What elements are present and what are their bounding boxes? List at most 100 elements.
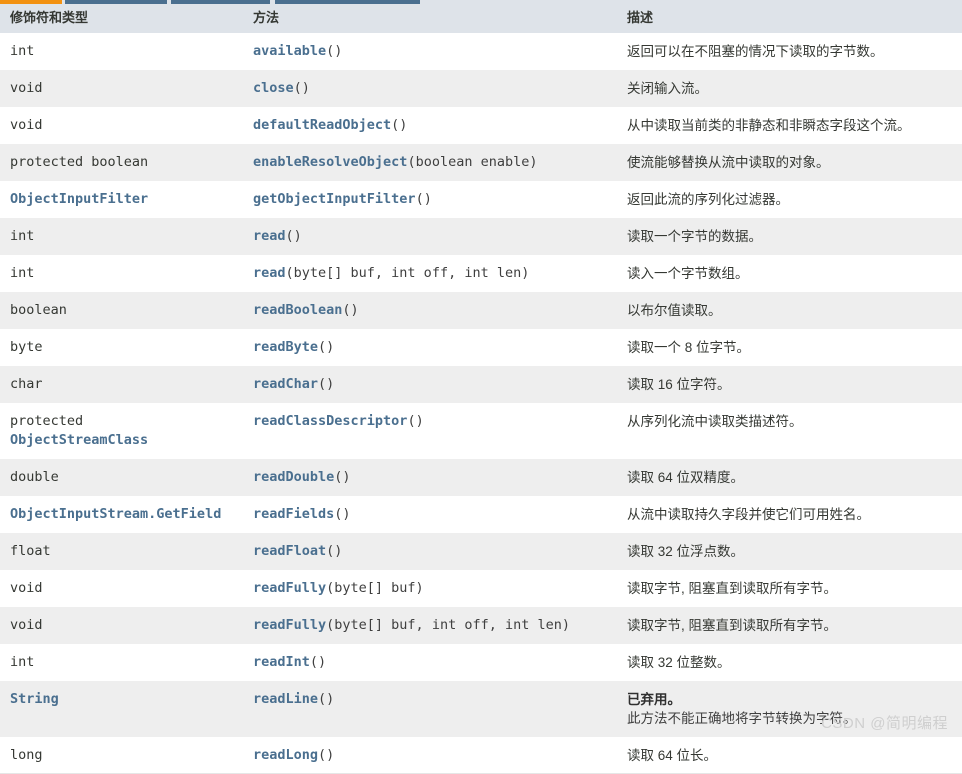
method-signature: (byte[] buf) — [326, 580, 424, 596]
cell-method: readFields() — [243, 496, 617, 533]
cell-description: 返回可以在不阻塞的情况下读取的字节数。 — [617, 33, 962, 70]
cell-method: readClassDescriptor() — [243, 403, 617, 459]
description-text: 此方法不能正确地将字节转换为字符。 — [627, 711, 857, 726]
table-row: char readChar() 读取 16 位字符。 — [0, 366, 962, 403]
method-link[interactable]: getObjectInputFilter — [253, 191, 416, 207]
cell-description: 读入一个字节数组。 — [617, 255, 962, 292]
cell-method: enableResolveObject(boolean enable) — [243, 144, 617, 181]
method-link[interactable]: enableResolveObject — [253, 154, 407, 170]
cell-modifier-and-type: protected ObjectStreamClass — [0, 403, 243, 459]
cell-modifier-and-type: void — [0, 107, 243, 144]
method-link[interactable]: readBoolean — [253, 302, 342, 318]
cell-description: 从序列化流中读取类描述符。 — [617, 403, 962, 459]
cell-description: 已弃用。 此方法不能正确地将字节转换为字符。 — [617, 681, 962, 737]
cell-description: 读取字节, 阻塞直到读取所有字节。 — [617, 570, 962, 607]
cell-modifier-and-type: void — [0, 570, 243, 607]
type-link[interactable]: ObjectInputStream.GetField — [10, 506, 221, 522]
table-row: void readFully(byte[] buf) 读取字节, 阻塞直到读取所有字… — [0, 570, 962, 607]
column-header-type: 修饰符和类型 — [0, 4, 243, 33]
method-signature: () — [415, 191, 432, 207]
method-summary-table: 修饰符和类型 方法 描述 int available() 返回可以在不阻塞的情况下读… — [0, 4, 962, 774]
method-link[interactable]: readLong — [253, 747, 318, 763]
type-link[interactable]: String — [10, 691, 59, 707]
type-link[interactable]: ObjectInputFilter — [10, 191, 148, 207]
method-link[interactable]: readFully — [253, 617, 326, 633]
method-signature: () — [293, 80, 310, 96]
method-link[interactable]: readFloat — [253, 543, 326, 559]
cell-method: available() — [243, 33, 617, 70]
cell-method: readFully(byte[] buf, int off, int len) — [243, 607, 617, 644]
method-signature: () — [318, 376, 335, 392]
method-link[interactable]: readByte — [253, 339, 318, 355]
method-link[interactable]: readDouble — [253, 469, 334, 485]
method-signature: () — [407, 413, 424, 429]
cell-method: readLong() — [243, 737, 617, 774]
type-link[interactable]: ObjectStreamClass — [10, 432, 148, 448]
method-signature: (boolean enable) — [407, 154, 538, 170]
cell-method: readFloat() — [243, 533, 617, 570]
method-link[interactable]: readClassDescriptor — [253, 413, 407, 429]
cell-description: 读取一个字节的数据。 — [617, 218, 962, 255]
table-header: 修饰符和类型 方法 描述 — [0, 4, 962, 33]
cell-modifier-and-type: int — [0, 644, 243, 681]
method-link[interactable]: read — [253, 228, 286, 244]
cell-method: getObjectInputFilter() — [243, 181, 617, 218]
table-row: void close() 关闭输入流。 — [0, 70, 962, 107]
table-row: int read() 读取一个字节的数据。 — [0, 218, 962, 255]
cell-modifier-and-type: float — [0, 533, 243, 570]
cell-method: readDouble() — [243, 459, 617, 496]
cell-method: readFully(byte[] buf) — [243, 570, 617, 607]
table-row: ObjectInputFilter getObjectInputFilter() 返… — [0, 181, 962, 218]
cell-modifier-and-type: ObjectInputFilter — [0, 181, 243, 218]
cell-description: 读取字节, 阻塞直到读取所有字节。 — [617, 607, 962, 644]
method-signature: () — [326, 543, 343, 559]
table-row: double readDouble() 读取 64 位双精度。 — [0, 459, 962, 496]
method-link[interactable]: readFully — [253, 580, 326, 596]
method-signature: () — [309, 654, 327, 670]
method-signature: () — [334, 506, 351, 522]
method-link[interactable]: readLine — [253, 691, 318, 707]
method-link[interactable]: readFields — [253, 506, 334, 522]
cell-description: 从中读取当前类的非静态和非瞬态字段这个流。 — [617, 107, 962, 144]
cell-method: readInt() — [243, 644, 617, 681]
cell-modifier-and-type: ObjectInputStream.GetField — [0, 496, 243, 533]
cell-modifier-and-type: int — [0, 218, 243, 255]
cell-modifier-and-type: double — [0, 459, 243, 496]
method-signature: () — [285, 228, 302, 244]
cell-modifier-and-type: boolean — [0, 292, 243, 329]
cell-description: 读取 64 位双精度。 — [617, 459, 962, 496]
table-row: float readFloat() 读取 32 位浮点数。 — [0, 533, 962, 570]
method-signature: () — [334, 469, 351, 485]
table-body: int available() 返回可以在不阻塞的情况下读取的字节数。 void clo… — [0, 33, 962, 774]
column-header-method: 方法 — [243, 4, 617, 33]
table-row: void defaultReadObject() 从中读取当前类的非静态和非瞬态字段… — [0, 107, 962, 144]
cell-method: close() — [243, 70, 617, 107]
cell-description: 关闭输入流。 — [617, 70, 962, 107]
cell-description: 返回此流的序列化过滤器。 — [617, 181, 962, 218]
table-row: long readLong() 读取 64 位长。 — [0, 737, 962, 774]
cell-modifier-and-type: long — [0, 737, 243, 774]
cell-modifier-and-type: String — [0, 681, 243, 737]
cell-description: 读取 16 位字符。 — [617, 366, 962, 403]
method-link[interactable]: defaultReadObject — [253, 117, 391, 133]
table-row: int readInt() 读取 32 位整数。 — [0, 644, 962, 681]
table-row: String readLine() 已弃用。 此方法不能正确地将字节转换为字符。 — [0, 681, 962, 737]
method-signature: () — [326, 43, 343, 59]
method-link[interactable]: available — [253, 43, 326, 59]
cell-description: 以布尔值读取。 — [617, 292, 962, 329]
table-row: int read(byte[] buf, int off, int len) 读入一… — [0, 255, 962, 292]
table-row: void readFully(byte[] buf, int off, int l… — [0, 607, 962, 644]
cell-method: defaultReadObject() — [243, 107, 617, 144]
method-link[interactable]: readChar — [253, 376, 318, 392]
method-signature: () — [318, 747, 335, 763]
column-header-description: 描述 — [617, 4, 962, 33]
method-signature: () — [342, 302, 359, 318]
cell-description: 从流中读取持久字段并使它们可用姓名。 — [617, 496, 962, 533]
method-link[interactable]: read — [253, 265, 286, 281]
cell-modifier-and-type: int — [0, 255, 243, 292]
method-link[interactable]: close — [253, 80, 294, 96]
method-link[interactable]: readInt — [253, 654, 310, 670]
cell-method: readBoolean() — [243, 292, 617, 329]
cell-modifier-and-type: protected boolean — [0, 144, 243, 181]
api-method-summary-page: 修饰符和类型 方法 描述 int available() 返回可以在不阻塞的情况下读… — [0, 0, 962, 774]
